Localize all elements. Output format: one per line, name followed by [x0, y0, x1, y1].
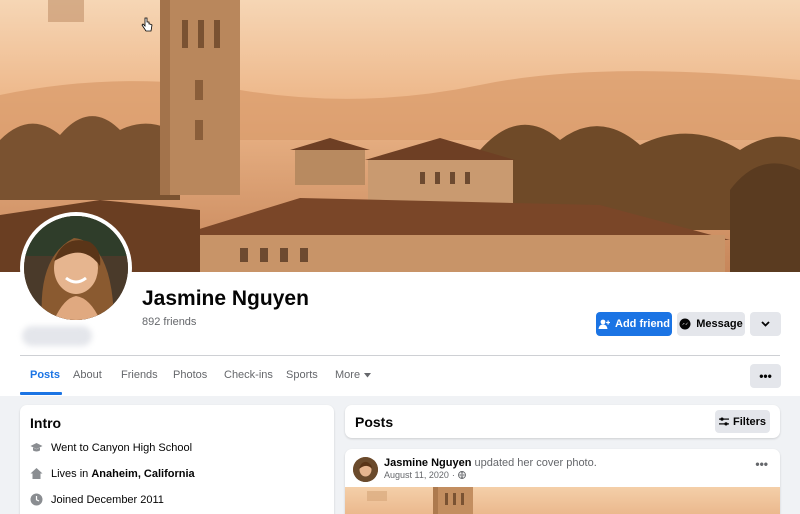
- active-tab-indicator: [20, 392, 62, 395]
- cover-photo[interactable]: [0, 0, 800, 272]
- posts-title: Posts: [355, 414, 394, 430]
- chevron-down-icon: [761, 321, 770, 327]
- post-author-avatar[interactable]: [353, 457, 378, 482]
- profile-options-button[interactable]: [750, 312, 781, 336]
- profile-avatar[interactable]: [20, 212, 132, 324]
- meta-separator: ·: [451, 470, 455, 480]
- profile-name: Jasmine Nguyen: [142, 287, 309, 310]
- blurred-mutual-friends: [22, 326, 92, 346]
- intro-education-text: Went to Canyon High School: [51, 441, 193, 454]
- add-friend-label: Add friend: [615, 318, 670, 330]
- add-person-icon: [598, 319, 610, 329]
- filters-button[interactable]: Filters: [715, 410, 770, 433]
- graduation-cap-icon: [30, 443, 43, 452]
- intro-joined-text: Joined December 2011: [51, 493, 164, 506]
- posts-header-card: Posts Filters: [345, 405, 780, 438]
- post-action-text: updated her cover photo.: [471, 457, 597, 469]
- post-author-name[interactable]: Jasmine Nguyen: [384, 457, 471, 469]
- post-card: Jasmine Nguyen updated her cover photo. …: [345, 449, 780, 514]
- intro-location-prefix: Lives in: [51, 467, 92, 480]
- tab-posts[interactable]: Posts: [30, 369, 60, 381]
- intro-card: Intro Went to Canyon High School Lives i…: [20, 405, 334, 514]
- filters-icon: [718, 417, 729, 426]
- post-header-text: Jasmine Nguyen updated her cover photo.: [384, 457, 597, 469]
- caret-down-icon: [364, 372, 372, 377]
- intro-joined: Joined December 2011: [30, 493, 164, 506]
- tab-friends[interactable]: Friends: [121, 369, 158, 381]
- post-options-button[interactable]: •••: [755, 457, 768, 471]
- post-date[interactable]: August 11, 2020: [384, 470, 449, 480]
- tabs-divider: [20, 355, 780, 356]
- tab-more-label: More: [335, 369, 361, 381]
- tab-more[interactable]: More: [335, 369, 372, 381]
- tab-photos[interactable]: Photos: [173, 369, 207, 381]
- message-label: Message: [696, 318, 743, 330]
- globe-icon: [457, 471, 466, 479]
- tab-about[interactable]: About: [73, 369, 102, 381]
- post-cover-image[interactable]: [345, 487, 780, 514]
- filters-label: Filters: [732, 415, 766, 428]
- friends-count[interactable]: 892 friends: [142, 316, 196, 328]
- post-meta: August 11, 2020 ·: [384, 470, 466, 480]
- mouse-cursor-icon: [141, 17, 153, 32]
- add-friend-button[interactable]: Add friend: [596, 312, 672, 336]
- messenger-icon: [679, 318, 691, 330]
- intro-education: Went to Canyon High School: [30, 441, 192, 454]
- tab-sports[interactable]: Sports: [286, 369, 318, 381]
- clock-icon: [30, 493, 43, 506]
- home-icon: [30, 468, 43, 479]
- message-button[interactable]: Message: [677, 312, 745, 336]
- tab-check-ins[interactable]: Check-ins: [224, 369, 273, 381]
- intro-title: Intro: [30, 415, 62, 431]
- tabs-options-button[interactable]: •••: [750, 364, 781, 388]
- location-link[interactable]: Anaheim, California: [91, 468, 194, 480]
- intro-location: Lives in Anaheim, California: [30, 467, 195, 480]
